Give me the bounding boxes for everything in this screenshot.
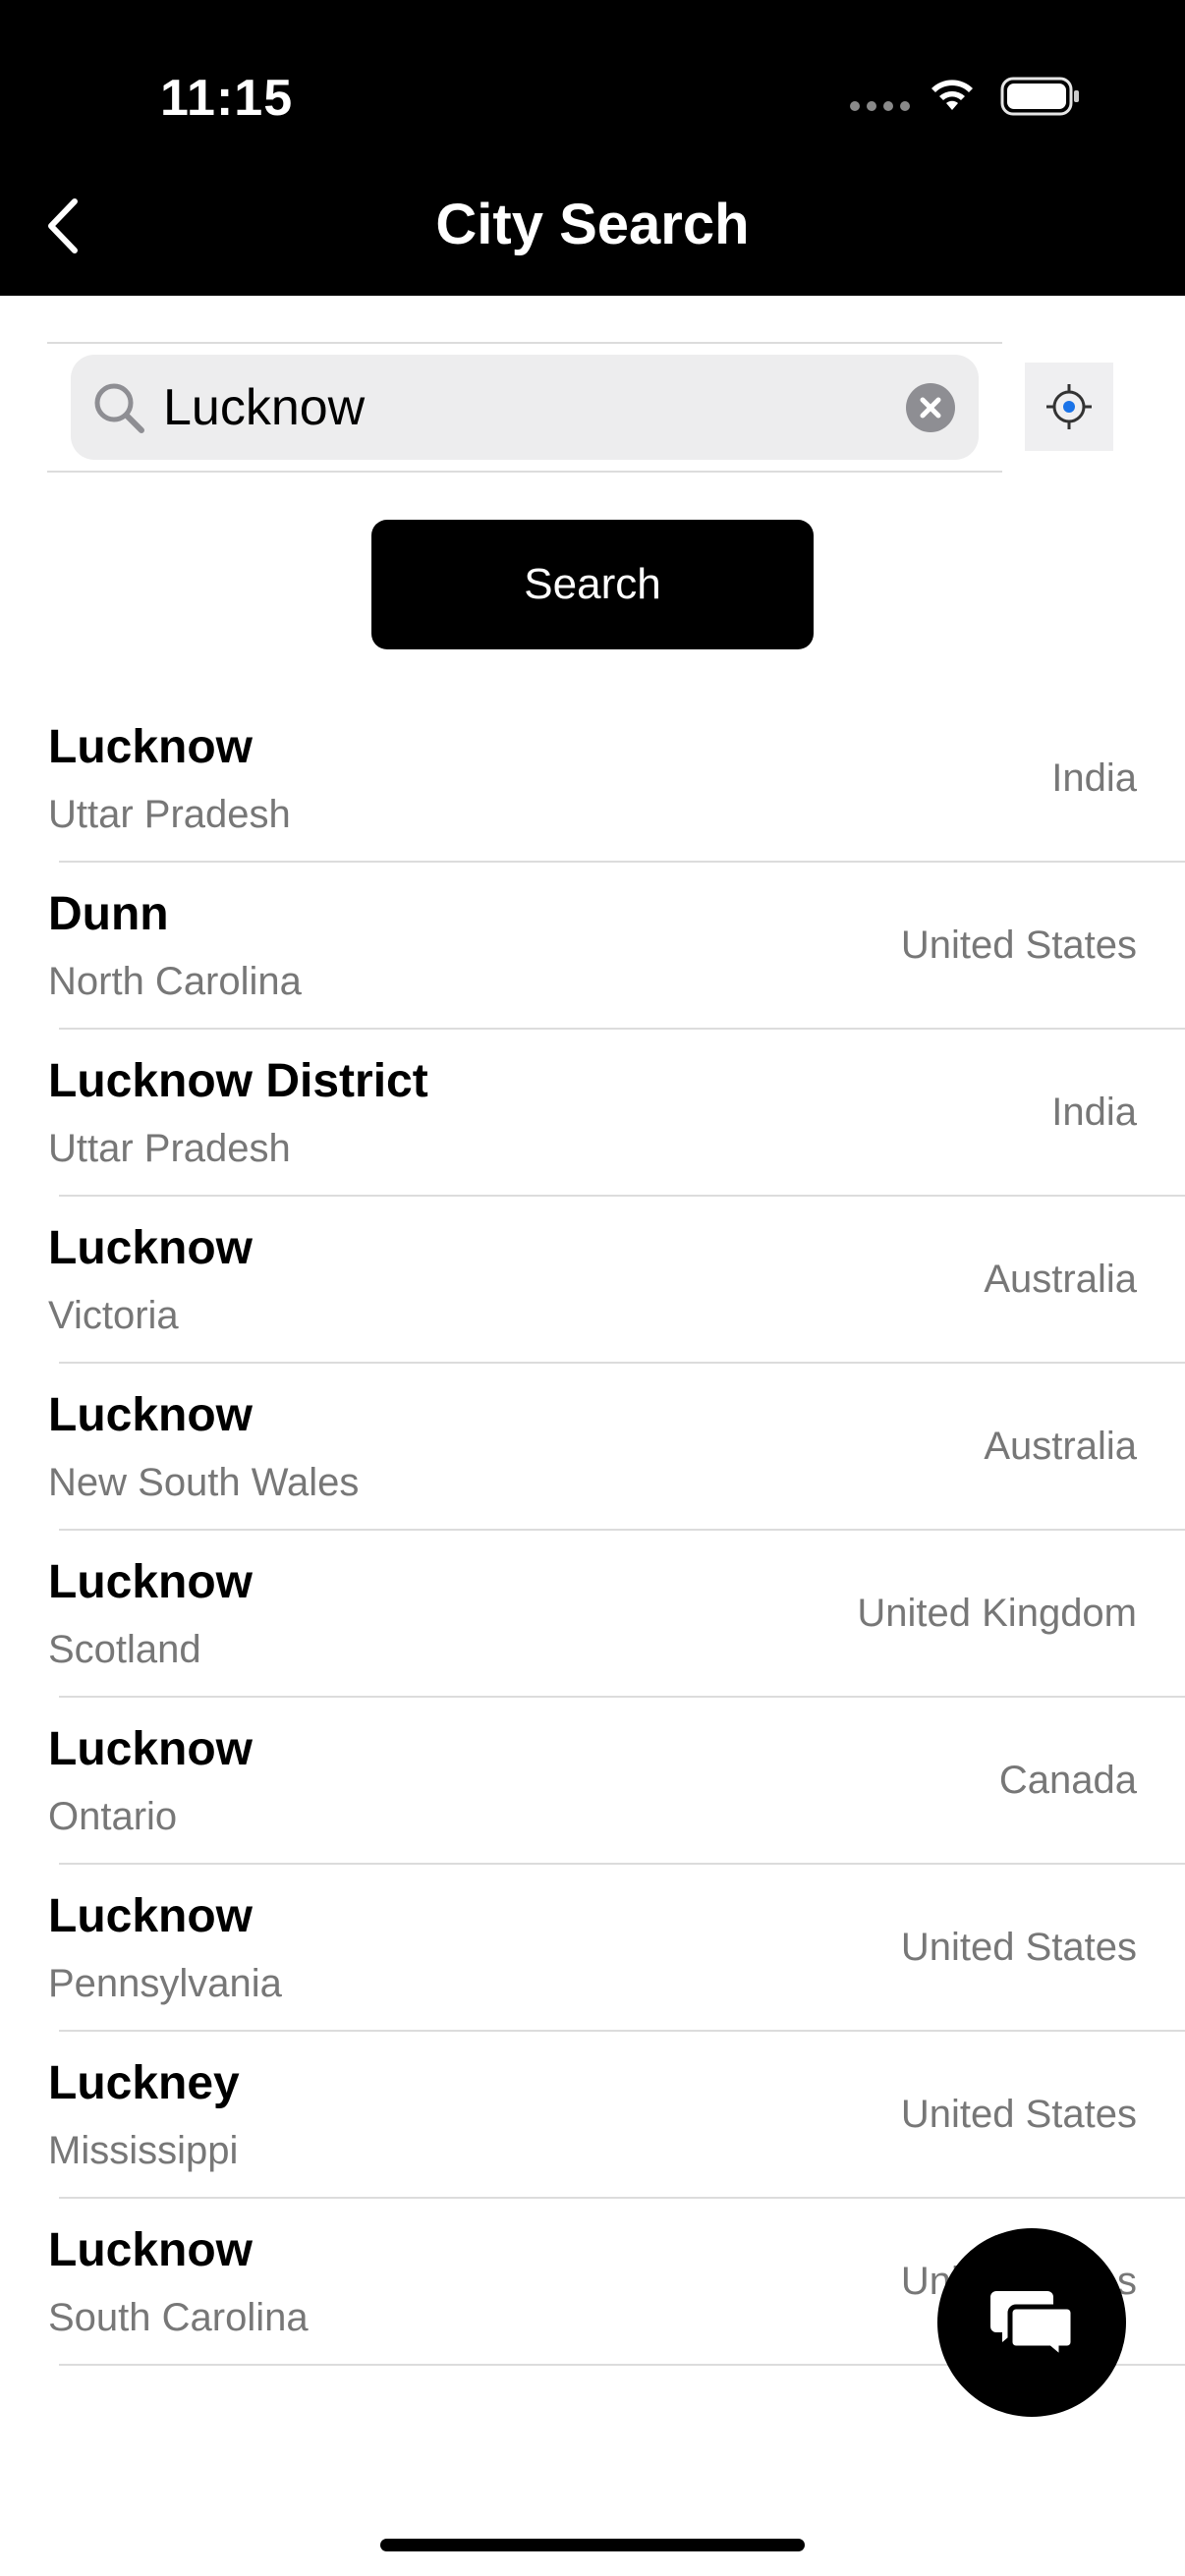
clear-icon — [920, 397, 941, 419]
result-row[interactable]: Luckney Mississippi United States — [0, 2032, 1185, 2199]
result-city: Dunn — [48, 888, 169, 940]
result-row[interactable]: Dunn North Carolina United States — [0, 863, 1185, 1030]
status-time: 11:15 — [160, 70, 294, 127]
result-region: Victoria — [48, 1294, 179, 1337]
home-indicator — [380, 2539, 805, 2551]
result-region: Ontario — [48, 1795, 178, 1838]
result-country: United States — [900, 924, 1137, 967]
search-input[interactable] — [163, 355, 851, 460]
result-row[interactable]: Lucknow Uttar Pradesh India — [0, 696, 1185, 863]
result-city: Lucknow — [48, 1222, 254, 1274]
search-button[interactable]: Search — [371, 520, 814, 649]
result-country: United States — [900, 2093, 1137, 2136]
result-region: New South Wales — [48, 1461, 360, 1504]
wifi-icon — [931, 80, 973, 110]
result-country: Australia — [984, 1425, 1137, 1468]
chat-bubbles-icon — [990, 2291, 1073, 2360]
result-city: Luckney — [48, 2057, 240, 2109]
result-region: North Carolina — [48, 960, 302, 1003]
result-country: Canada — [998, 1759, 1137, 1802]
result-region: Uttar Pradesh — [48, 1127, 291, 1170]
result-row[interactable]: Lucknow District Uttar Pradesh India — [0, 1030, 1185, 1197]
result-region: Pennsylvania — [48, 1962, 282, 2005]
signal-icon — [850, 101, 910, 111]
result-city: Lucknow — [48, 1723, 254, 1775]
current-location-button[interactable] — [1025, 363, 1113, 451]
result-region: South Carolina — [48, 2296, 309, 2339]
result-city: Lucknow — [48, 1556, 254, 1608]
result-row[interactable]: Lucknow Pennsylvania United States — [0, 1865, 1185, 2032]
search-field[interactable] — [71, 355, 979, 460]
city-search-screen: 11:15 City Search Lucknow Search Lucknow… — [0, 0, 1185, 2576]
header: 11:15 City Search — [0, 0, 1185, 296]
result-country: United Kingdom — [857, 1592, 1137, 1635]
page-title: City Search — [435, 193, 750, 256]
result-city: Lucknow — [48, 721, 254, 773]
result-city: Lucknow — [48, 2224, 254, 2276]
divider — [47, 471, 1002, 473]
result-city: Lucknow — [48, 1890, 254, 1942]
result-region: Scotland — [48, 1628, 201, 1671]
result-row[interactable]: Lucknow Victoria Australia — [0, 1197, 1185, 1364]
chat-button[interactable] — [937, 2228, 1126, 2417]
battery-icon — [1000, 77, 1079, 116]
result-country: India — [1051, 756, 1137, 800]
result-city: Lucknow — [48, 1389, 254, 1441]
result-city: Lucknow District — [48, 1055, 428, 1107]
divider — [47, 342, 1002, 344]
result-country: Australia — [984, 1258, 1137, 1301]
result-region: Mississippi — [48, 2129, 239, 2172]
results-list: Lucknow Uttar Pradesh India Dunn North Carol… — [0, 696, 1185, 2366]
result-row[interactable]: Lucknow Scotland United Kingdom — [0, 1531, 1185, 1698]
result-region: Uttar Pradesh — [48, 793, 291, 836]
result-row[interactable]: Lucknow Ontario Canada — [0, 1698, 1185, 1865]
result-country: India — [1051, 1091, 1137, 1134]
location-target-icon — [1046, 384, 1092, 429]
result-row[interactable]: Lucknow New South Wales Australia — [0, 1364, 1185, 1531]
clear-search-button[interactable] — [906, 383, 955, 432]
search-icon — [94, 383, 144, 433]
result-country: United States — [900, 1926, 1137, 1969]
